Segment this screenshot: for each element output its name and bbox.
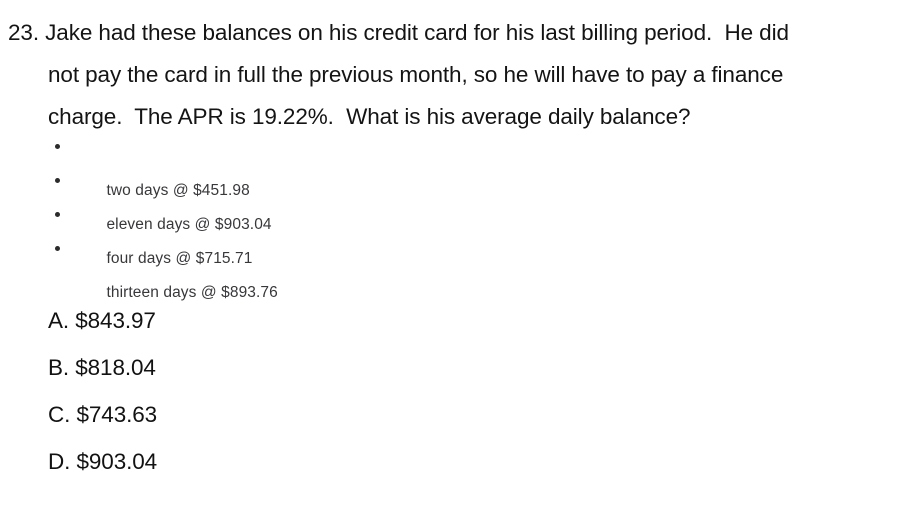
list-item: four days @ $715.71 xyxy=(8,204,508,267)
answer-choice-b[interactable]: B. $818.04 xyxy=(48,353,448,400)
list-item: thirteen days @ $893.76 xyxy=(8,238,508,301)
balance-list: two days @ $451.98 eleven days @ $903.04… xyxy=(8,136,508,301)
question-stem-line-1: 23. Jake had these balances on his credi… xyxy=(8,20,789,45)
answer-choice-a[interactable]: A. $843.97 xyxy=(48,306,448,353)
list-item: two days @ $451.98 xyxy=(8,136,508,199)
bullet-dot-icon xyxy=(55,178,60,183)
question-stem-line-3: charge. The APR is 19.22%. What is his a… xyxy=(48,104,691,129)
bullet-dot-icon xyxy=(55,246,60,251)
worksheet-page: 23. Jake had these balances on his credi… xyxy=(0,0,906,511)
balance-item-label: thirteen days @ $893.76 xyxy=(106,284,278,301)
question-stem-line-2: not pay the card in full the previous mo… xyxy=(48,62,784,87)
answer-choice-d[interactable]: D. $903.04 xyxy=(48,447,448,494)
list-item: eleven days @ $903.04 xyxy=(8,170,508,233)
answer-choice-c[interactable]: C. $743.63 xyxy=(48,400,448,447)
bullet-dot-icon xyxy=(55,144,60,149)
question-stem: 23. Jake had these balances on his credi… xyxy=(8,12,898,138)
answer-choice-list: A. $843.97 B. $818.04 C. $743.63 D. $903… xyxy=(48,306,448,494)
bullet-dot-icon xyxy=(55,212,60,217)
